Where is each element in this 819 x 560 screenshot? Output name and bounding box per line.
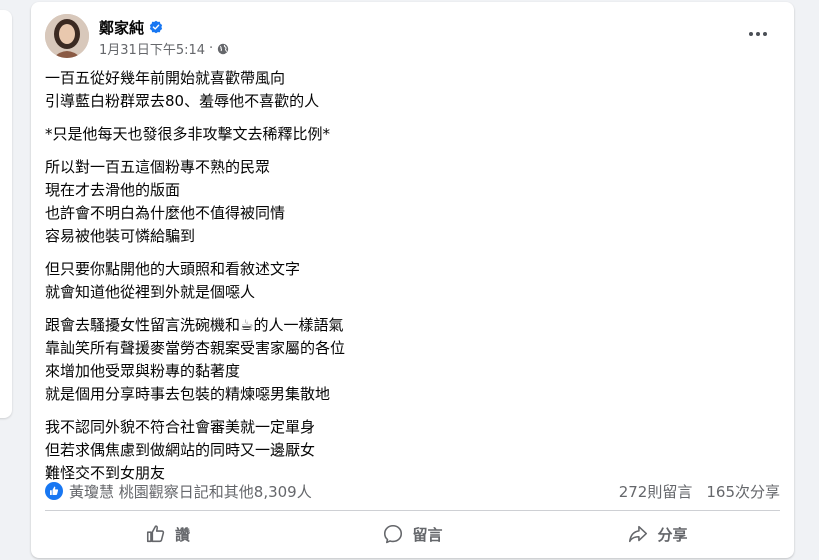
left-side-panel	[0, 10, 12, 418]
post-timestamp[interactable]: 1月31日下午5:14	[99, 39, 205, 58]
like-button[interactable]: 讚	[45, 514, 290, 554]
author-line: 鄭家純	[99, 16, 229, 38]
comment-bubble-icon	[384, 524, 403, 544]
post-line: 但只要你點開他的大頭照和看敘述文字	[45, 260, 301, 278]
reactions-bar: 黃瓊慧 桃園觀察日記和其他8,309人 272則留言 165次分享	[45, 479, 780, 503]
post-line: 也許會不明白為什麼他不值得被同情	[45, 204, 286, 222]
engagement-counts: 272則留言 165次分享	[619, 481, 780, 502]
comment-button[interactable]: 留言	[290, 514, 535, 554]
author-avatar[interactable]	[45, 14, 89, 58]
post-meta: 1月31日下午5:14 ·	[99, 39, 229, 58]
author-name[interactable]: 鄭家純	[99, 17, 144, 38]
post-line: *只是他每天也發很多非攻擊文去稀釋比例*	[45, 125, 331, 143]
post-line: 就會知道他從裡到外就是個噁人	[45, 283, 256, 301]
post-line: 容易被他裝可憐給騙到	[45, 227, 196, 245]
share-button[interactable]: 分享	[535, 514, 780, 554]
share-label: 分享	[657, 525, 688, 544]
post-paragraph: 一百五從好幾年前開始就喜歡帶風向 引導藍白粉群眾去80、羞辱他不喜歡的人	[45, 67, 778, 113]
post-line: 來增加他受眾與粉專的黏著度	[45, 362, 241, 380]
share-count[interactable]: 165次分享	[706, 481, 780, 502]
post-line: 就是個用分享時事去包裝的精煉噁男集散地	[45, 385, 331, 403]
post-card: 鄭家純 1月31日下午5:14 · 一百五從好幾年前開始就喜歡帶風向 引導藍白粉…	[31, 2, 794, 558]
post-paragraph: 但只要你點開他的大頭照和看敘述文字 就會知道他從裡到外就是個噁人	[45, 258, 778, 304]
meta-separator: ·	[209, 41, 214, 56]
share-arrow-icon	[629, 525, 648, 543]
comment-label: 留言	[412, 525, 443, 544]
action-bar: 讚 留言 分享	[45, 514, 780, 554]
reaction-summary-text: 黃瓊慧 桃園觀察日記和其他8,309人	[69, 482, 312, 501]
post-line: 現在才去滑他的版面	[45, 181, 181, 199]
post-line: 但若求偶焦慮到做網站的同時又一邊厭女	[45, 441, 316, 459]
post-line: 所以對一百五這個粉專不熟的民眾	[45, 158, 271, 176]
comment-count[interactable]: 272則留言	[619, 481, 693, 502]
post-paragraph: *只是他每天也發很多非攻擊文去稀釋比例*	[45, 123, 778, 146]
post-paragraph: 所以對一百五這個粉專不熟的民眾 現在才去滑他的版面 也許會不明白為什麼他不值得被…	[45, 156, 778, 248]
post-line: 引導藍白粉群眾去80、羞辱他不喜歡的人	[45, 92, 320, 110]
post-line: 跟會去騷擾女性留言洗碗機和☕的人一樣語氣	[45, 316, 344, 334]
more-options-icon[interactable]	[742, 22, 774, 46]
post-paragraph: 我不認同外貌不符合社會審美就一定單身 但若求偶焦慮到做網站的同時又一邊厭女 難怪…	[45, 416, 778, 485]
action-divider	[45, 510, 780, 511]
post-line: 靠訕笑所有聲援麥當勞杏親案受害家屬的各位	[45, 339, 346, 357]
author-block: 鄭家純 1月31日下午5:14 ·	[99, 16, 229, 58]
post-line: 一百五從好幾年前開始就喜歡帶風向	[45, 69, 286, 87]
post-header: 鄭家純 1月31日下午5:14 ·	[45, 14, 780, 62]
like-label: 讚	[174, 525, 190, 544]
post-paragraph: 跟會去騷擾女性留言洗碗機和☕的人一樣語氣 靠訕笑所有聲援麥當勞杏親案受害家屬的各…	[45, 314, 778, 406]
thumbs-up-icon	[146, 525, 165, 543]
like-reaction-icon	[45, 482, 63, 500]
post-line: 我不認同外貌不符合社會審美就一定單身	[45, 418, 316, 436]
post-body: 一百五從好幾年前開始就喜歡帶風向 引導藍白粉群眾去80、羞辱他不喜歡的人 *只是…	[45, 67, 778, 495]
verified-badge-icon	[149, 20, 163, 34]
globe-icon	[217, 43, 229, 54]
reaction-summary[interactable]: 黃瓊慧 桃園觀察日記和其他8,309人	[45, 481, 312, 502]
